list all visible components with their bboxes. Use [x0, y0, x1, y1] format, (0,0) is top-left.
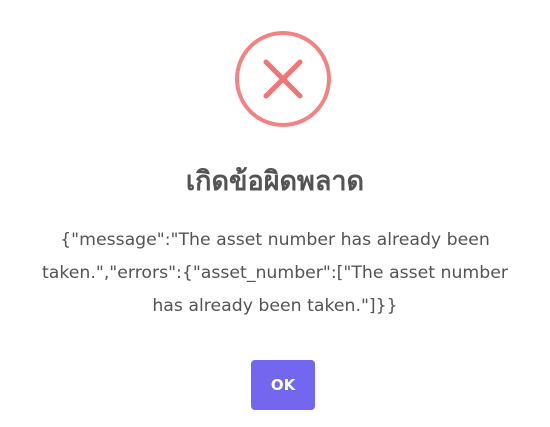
error-x-icon [235, 31, 331, 127]
ok-button[interactable]: OK [251, 360, 315, 410]
error-dialog: เกิดข้อผิดพลาด {"message":"The asset num… [0, 0, 550, 427]
dialog-message: {"message":"The asset number has already… [42, 230, 508, 316]
dialog-title: เกิดข้อผิดพลาด [185, 166, 365, 197]
error-x-icon-graphic [235, 31, 331, 127]
